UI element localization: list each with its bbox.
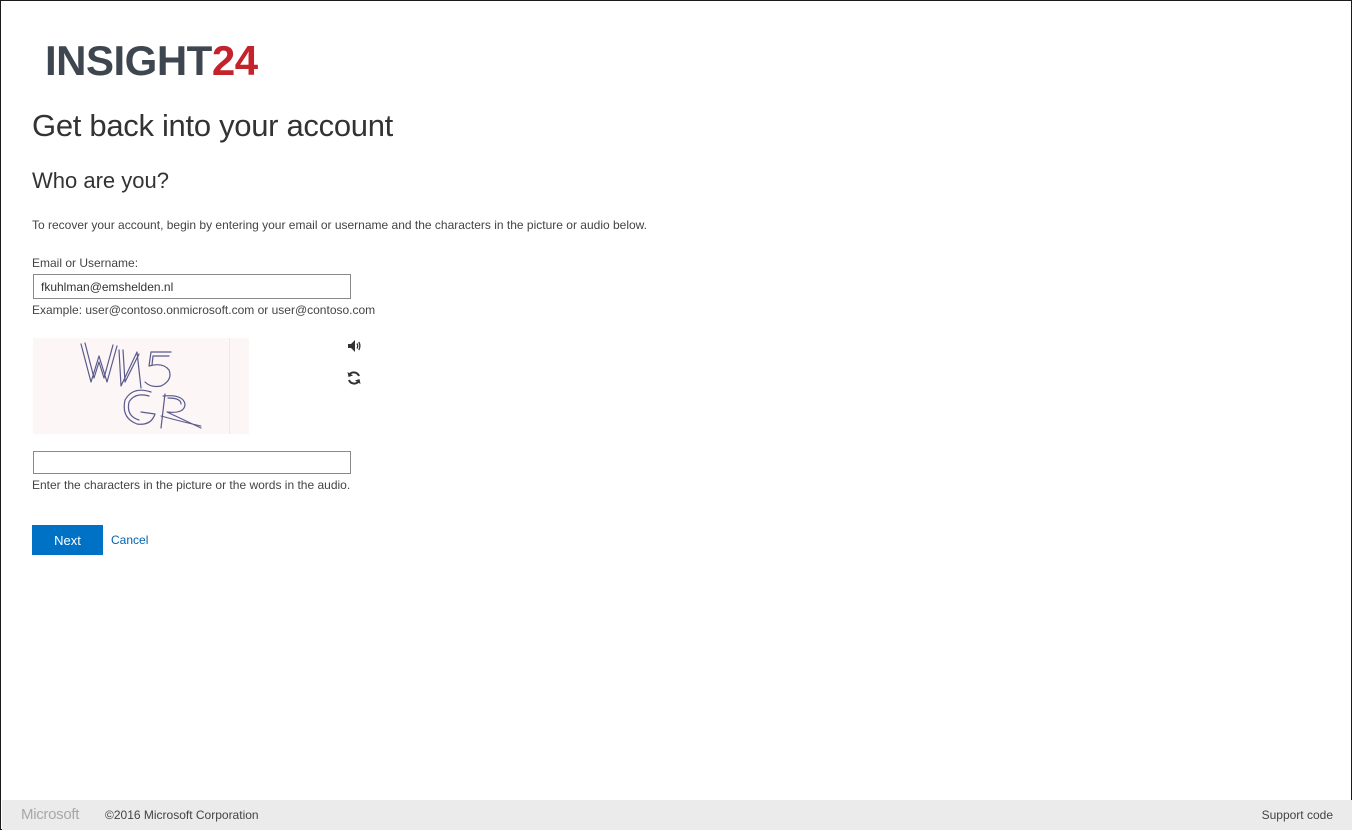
captcha-divider xyxy=(229,338,230,434)
brand-logo: INSIGHT24 xyxy=(45,39,258,83)
support-code-link[interactable]: Support code xyxy=(1262,808,1333,822)
captcha-input[interactable] xyxy=(33,451,351,474)
page-title: Get back into your account xyxy=(32,108,393,143)
next-button[interactable]: Next xyxy=(32,525,103,555)
intro-text: To recover your account, begin by enteri… xyxy=(32,218,648,232)
email-example-text: Example: user@contoso.onmicrosoft.com or… xyxy=(32,303,376,317)
logo-number: 24 xyxy=(211,37,258,84)
captcha-image xyxy=(33,338,249,434)
cancel-link[interactable]: Cancel xyxy=(111,533,148,547)
captcha-glyphs xyxy=(80,342,202,429)
microsoft-logo: Microsoft xyxy=(21,806,80,823)
refresh-icon[interactable] xyxy=(346,370,364,388)
captcha-hint-text: Enter the characters in the picture or t… xyxy=(32,478,351,492)
page-subtitle: Who are you? xyxy=(32,168,169,193)
copyright-text: ©2016 Microsoft Corporation xyxy=(105,808,259,822)
speaker-icon[interactable] xyxy=(346,339,364,355)
page-frame: INSIGHT24 Get back into your account Who… xyxy=(0,0,1352,830)
logo-text: INSIGHT xyxy=(45,37,212,84)
email-field[interactable] xyxy=(33,274,351,299)
email-label: Email or Username: xyxy=(32,256,139,270)
footer: Microsoft ©2016 Microsoft Corporation Su… xyxy=(2,800,1352,830)
